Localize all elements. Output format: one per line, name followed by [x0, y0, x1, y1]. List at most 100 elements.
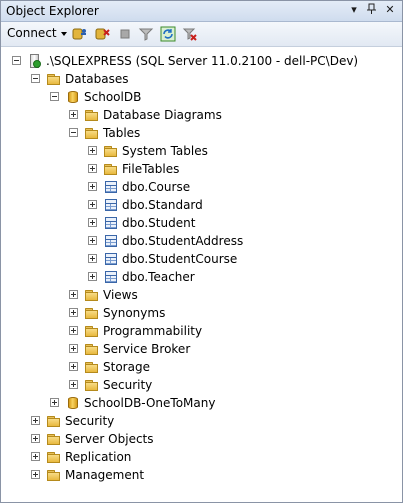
tree-node[interactable]: SchoolDB-OneToMany	[50, 394, 403, 412]
tree-node[interactable]: Database Diagrams	[69, 106, 403, 124]
tree-node[interactable]: Tables	[69, 124, 403, 142]
tree-node-label: Views	[103, 288, 138, 302]
tree-node[interactable]: SchoolDB	[50, 88, 403, 106]
tree-node[interactable]: dbo.Course	[88, 178, 403, 196]
expand-icon[interactable]	[88, 146, 97, 155]
expand-icon[interactable]	[31, 470, 40, 479]
table-icon	[103, 215, 119, 231]
toolbar: Connect	[1, 22, 402, 47]
table-icon	[103, 179, 119, 195]
collapse-icon[interactable]	[69, 128, 78, 137]
table-icon	[103, 233, 119, 249]
connect-db-icon[interactable]	[71, 26, 87, 42]
expand-icon[interactable]	[88, 200, 97, 209]
close-filter-icon[interactable]	[182, 26, 198, 42]
tree-node-label: Synonyms	[103, 306, 166, 320]
object-explorer-window: Object Explorer ▾ ✕ Connect .\SQLEXPRESS…	[0, 0, 403, 503]
expand-icon[interactable]	[88, 182, 97, 191]
folder-icon	[103, 143, 119, 159]
tree-node[interactable]: Security	[69, 376, 403, 394]
tree-node[interactable]: Service Broker	[69, 340, 403, 358]
tree-node-label: dbo.StudentAddress	[122, 234, 244, 248]
folder-icon	[46, 467, 62, 483]
tree-node-label: Database Diagrams	[103, 108, 222, 122]
expand-icon[interactable]	[31, 434, 40, 443]
expand-icon[interactable]	[69, 290, 78, 299]
table-icon	[103, 197, 119, 213]
tree-node-label: Databases	[65, 72, 129, 86]
expand-icon[interactable]	[50, 398, 59, 407]
tree-node[interactable]: .\SQLEXPRESS (SQL Server 11.0.2100 - del…	[12, 52, 372, 70]
tree-node[interactable]: Server Objects	[31, 430, 391, 448]
expand-icon[interactable]	[31, 452, 40, 461]
stop-icon[interactable]	[117, 26, 133, 42]
close-icon[interactable]: ✕	[383, 3, 397, 17]
expand-icon[interactable]	[88, 218, 97, 227]
folder-icon	[46, 449, 62, 465]
tree-node[interactable]: Replication	[31, 448, 391, 466]
tree-node[interactable]: dbo.Standard	[88, 196, 403, 214]
tree-node-label: SchoolDB-OneToMany	[84, 396, 216, 410]
tree-node-label: .\SQLEXPRESS (SQL Server 11.0.2100 - del…	[46, 54, 359, 68]
tree-node[interactable]: System Tables	[88, 142, 403, 160]
table-icon	[103, 269, 119, 285]
tree-node-label: Storage	[103, 360, 150, 374]
tree-node-label: Tables	[103, 126, 141, 140]
expand-icon[interactable]	[88, 254, 97, 263]
tree-node-label: SchoolDB	[84, 90, 142, 104]
database-icon	[65, 395, 81, 411]
chevron-down-icon	[60, 31, 67, 36]
expand-icon[interactable]	[69, 308, 78, 317]
tree-node[interactable]: Storage	[69, 358, 403, 376]
expand-icon[interactable]	[69, 110, 78, 119]
collapse-icon[interactable]	[31, 74, 40, 83]
database-icon	[65, 89, 81, 105]
tree-node-label: dbo.Teacher	[122, 270, 195, 284]
expand-icon[interactable]	[69, 326, 78, 335]
tree-node-label: Security	[103, 378, 153, 392]
folder-icon	[103, 161, 119, 177]
tree-node-label: System Tables	[122, 144, 208, 158]
folder-icon	[46, 71, 62, 87]
tree-node[interactable]: Management	[31, 466, 391, 484]
expand-icon[interactable]	[88, 164, 97, 173]
tree-node[interactable]: Databases	[31, 70, 391, 88]
tree-node[interactable]: FileTables	[88, 160, 403, 178]
expand-icon[interactable]	[69, 344, 78, 353]
filter-icon[interactable]	[138, 26, 154, 42]
tree-node-label: Security	[65, 414, 115, 428]
connect-button[interactable]: Connect	[7, 26, 67, 40]
expand-icon[interactable]	[88, 236, 97, 245]
server-icon	[27, 53, 43, 69]
refresh-icon[interactable]	[160, 26, 176, 42]
table-icon	[103, 251, 119, 267]
tree-node[interactable]: dbo.StudentAddress	[88, 232, 403, 250]
folder-icon	[84, 377, 100, 393]
tree-node-label: Programmability	[103, 324, 203, 338]
collapse-icon[interactable]	[50, 92, 59, 101]
window-title: Object Explorer	[6, 4, 99, 18]
connect-label: Connect	[7, 26, 57, 40]
window-position-icon[interactable]: ▾	[347, 3, 361, 17]
expand-icon[interactable]	[69, 380, 78, 389]
collapse-icon[interactable]	[12, 56, 21, 65]
expand-icon[interactable]	[69, 362, 78, 371]
tree-node[interactable]: dbo.StudentCourse	[88, 250, 403, 268]
tree-node[interactable]: dbo.Student	[88, 214, 403, 232]
expand-icon[interactable]	[31, 416, 40, 425]
folder-icon	[84, 323, 100, 339]
tree-node-label: dbo.StudentCourse	[122, 252, 238, 266]
folder-icon	[84, 341, 100, 357]
tree-node-label: Server Objects	[65, 432, 154, 446]
tree-node[interactable]: Views	[69, 286, 403, 304]
tree-node-label: Service Broker	[103, 342, 191, 356]
title-bar: Object Explorer ▾ ✕	[1, 1, 402, 22]
tree-node[interactable]: dbo.Teacher	[88, 268, 403, 286]
tree-node[interactable]: Synonyms	[69, 304, 403, 322]
tree-node[interactable]: Programmability	[69, 322, 403, 340]
tree-node[interactable]: Security	[31, 412, 391, 430]
pin-icon[interactable]	[365, 3, 379, 17]
expand-icon[interactable]	[88, 272, 97, 281]
disconnect-icon[interactable]	[94, 26, 110, 42]
object-tree: .\SQLEXPRESS (SQL Server 11.0.2100 - del…	[1, 47, 402, 502]
